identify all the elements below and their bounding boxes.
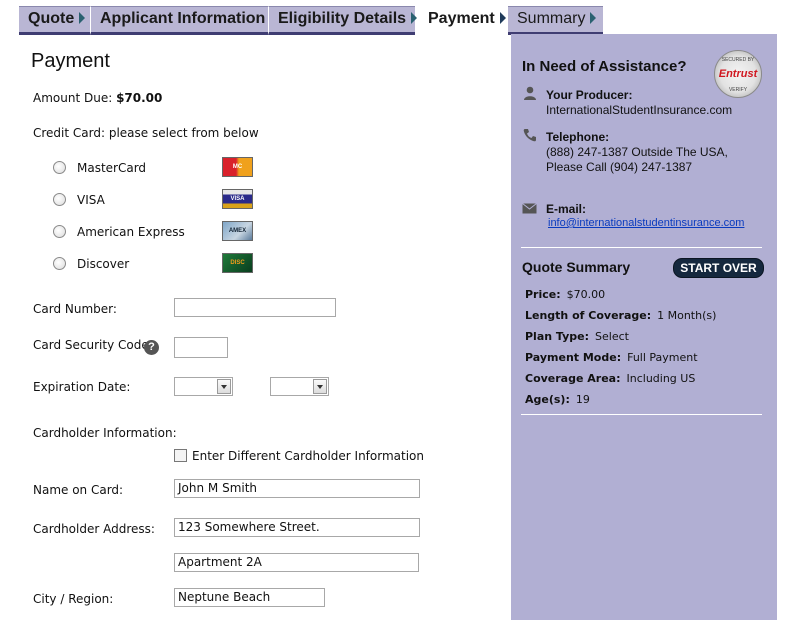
summary-row-coverage-area: Coverage Area: Including US: [525, 372, 695, 385]
seal-top-text: SECURED BY: [721, 57, 755, 63]
amount-due-label: Amount Due:: [33, 91, 113, 105]
address-line1-input[interactable]: 123 Somewhere Street.: [174, 518, 420, 537]
different-cardholder-checkbox[interactable]: [174, 449, 187, 462]
telephone-label: Telephone:: [546, 130, 610, 144]
email-label: E-mail:: [546, 202, 587, 216]
visa-label: VISA: [77, 193, 105, 207]
help-icon[interactable]: ?: [144, 340, 159, 355]
arrow-right-icon: [79, 12, 86, 24]
telephone-line2: Please Call (904) 247-1387: [546, 160, 693, 174]
producer-value: InternationalStudentInsurance.com: [546, 103, 733, 117]
telephone-line1: (888) 247-1387 Outside The USA,: [546, 145, 728, 159]
security-code-input[interactable]: [174, 337, 228, 358]
summary-key: Payment Mode:: [525, 351, 622, 364]
visa-logo-icon: VISA: [222, 189, 253, 209]
summary-value: 1 Month(s): [657, 309, 717, 322]
summary-key: Age(s):: [525, 393, 570, 406]
amex-logo-icon: AMEX: [222, 221, 253, 241]
mastercard-logo-icon: MC: [222, 157, 253, 177]
summary-key: Length of Coverage:: [525, 309, 652, 322]
tab-label: Payment: [428, 10, 495, 27]
card-number-input[interactable]: [174, 298, 336, 317]
tab-eligibility-details[interactable]: Eligibility Details: [269, 6, 418, 35]
arrow-right-icon: [499, 12, 506, 24]
person-icon: [524, 86, 536, 100]
mastercard-radio[interactable]: [53, 161, 66, 174]
mastercard-label: MasterCard: [77, 161, 147, 175]
tab-label: Applicant Information: [100, 10, 266, 27]
summary-row-ages: Age(s): 19: [525, 393, 590, 406]
tab-summary[interactable]: Summary: [508, 6, 603, 35]
tab-label: Summary: [517, 10, 586, 27]
summary-key: Price:: [525, 288, 561, 301]
summary-value: 19: [575, 393, 590, 406]
arrow-right-icon: [590, 12, 597, 24]
tab-quote[interactable]: Quote: [19, 6, 91, 35]
summary-row-length: Length of Coverage: 1 Month(s): [525, 309, 716, 322]
discover-radio[interactable]: [53, 257, 66, 270]
summary-value: Full Payment: [627, 351, 698, 364]
visa-radio[interactable]: [53, 193, 66, 206]
tab-payment[interactable]: Payment: [419, 6, 507, 35]
card-number-label: Card Number:: [33, 302, 117, 316]
expiration-year-select[interactable]: [270, 377, 329, 396]
cardholder-info-label: Cardholder Information:: [33, 426, 177, 440]
city-region-input[interactable]: Neptune Beach: [174, 588, 325, 607]
envelope-icon: [522, 203, 537, 214]
entrust-seal-icon[interactable]: SECURED BY Entrust VERIFY: [714, 50, 762, 98]
amex-label: American Express: [77, 225, 185, 239]
chevron-down-icon: [217, 379, 231, 394]
amount-due-value: $70.00: [116, 91, 163, 105]
quote-summary-title: Quote Summary: [522, 259, 631, 275]
different-cardholder-label: Enter Different Cardholder Information: [192, 449, 424, 463]
assistance-sidebar: In Need of Assistance? SECURED BY Entrus…: [511, 34, 777, 620]
summary-key: Coverage Area:: [525, 372, 621, 385]
arrow-right-icon: [411, 12, 418, 24]
phone-icon: [523, 129, 536, 142]
seal-brand-text: Entrust: [718, 68, 758, 80]
tab-label: Quote: [28, 10, 75, 27]
summary-value: $70.00: [566, 288, 606, 301]
divider: [521, 247, 762, 248]
city-region-label: City / Region:: [33, 592, 114, 606]
cardholder-address-label: Cardholder Address:: [33, 522, 155, 536]
producer-label: Your Producer:: [546, 88, 633, 102]
step-tabs: Quote Applicant Information Eligibility …: [19, 6, 603, 35]
discover-logo-icon: DISC: [222, 253, 253, 273]
expiration-label: Expiration Date:: [33, 380, 131, 394]
summary-key: Plan Type:: [525, 330, 590, 343]
name-on-card-input[interactable]: John M Smith: [174, 479, 420, 498]
summary-value: Select: [595, 330, 629, 343]
email-link[interactable]: info@internationalstudentinsurance.com: [548, 217, 744, 229]
amex-radio[interactable]: [53, 225, 66, 238]
page-title: Payment: [31, 50, 110, 72]
tab-label: Eligibility Details: [278, 10, 407, 27]
expiration-month-select[interactable]: [174, 377, 233, 396]
divider: [521, 414, 762, 415]
discover-label: Discover: [77, 257, 130, 271]
summary-row-plan: Plan Type: Select: [525, 330, 629, 343]
tab-applicant-information[interactable]: Applicant Information: [91, 6, 277, 35]
assistance-title: In Need of Assistance?: [522, 58, 687, 75]
start-over-button[interactable]: START OVER: [673, 258, 764, 278]
credit-card-prompt: Credit Card: please select from below: [33, 126, 259, 140]
name-on-card-label: Name on Card:: [33, 483, 124, 497]
security-code-label: Card Security Code:: [33, 338, 153, 352]
seal-bottom-text: VERIFY: [728, 87, 748, 93]
chevron-down-icon: [313, 379, 327, 394]
amount-due: Amount Due: $70.00: [33, 91, 162, 105]
summary-row-price: Price: $70.00: [525, 288, 605, 301]
address-line2-input[interactable]: Apartment 2A: [174, 553, 419, 572]
summary-row-payment-mode: Payment Mode: Full Payment: [525, 351, 698, 364]
summary-value: Including US: [626, 372, 696, 385]
